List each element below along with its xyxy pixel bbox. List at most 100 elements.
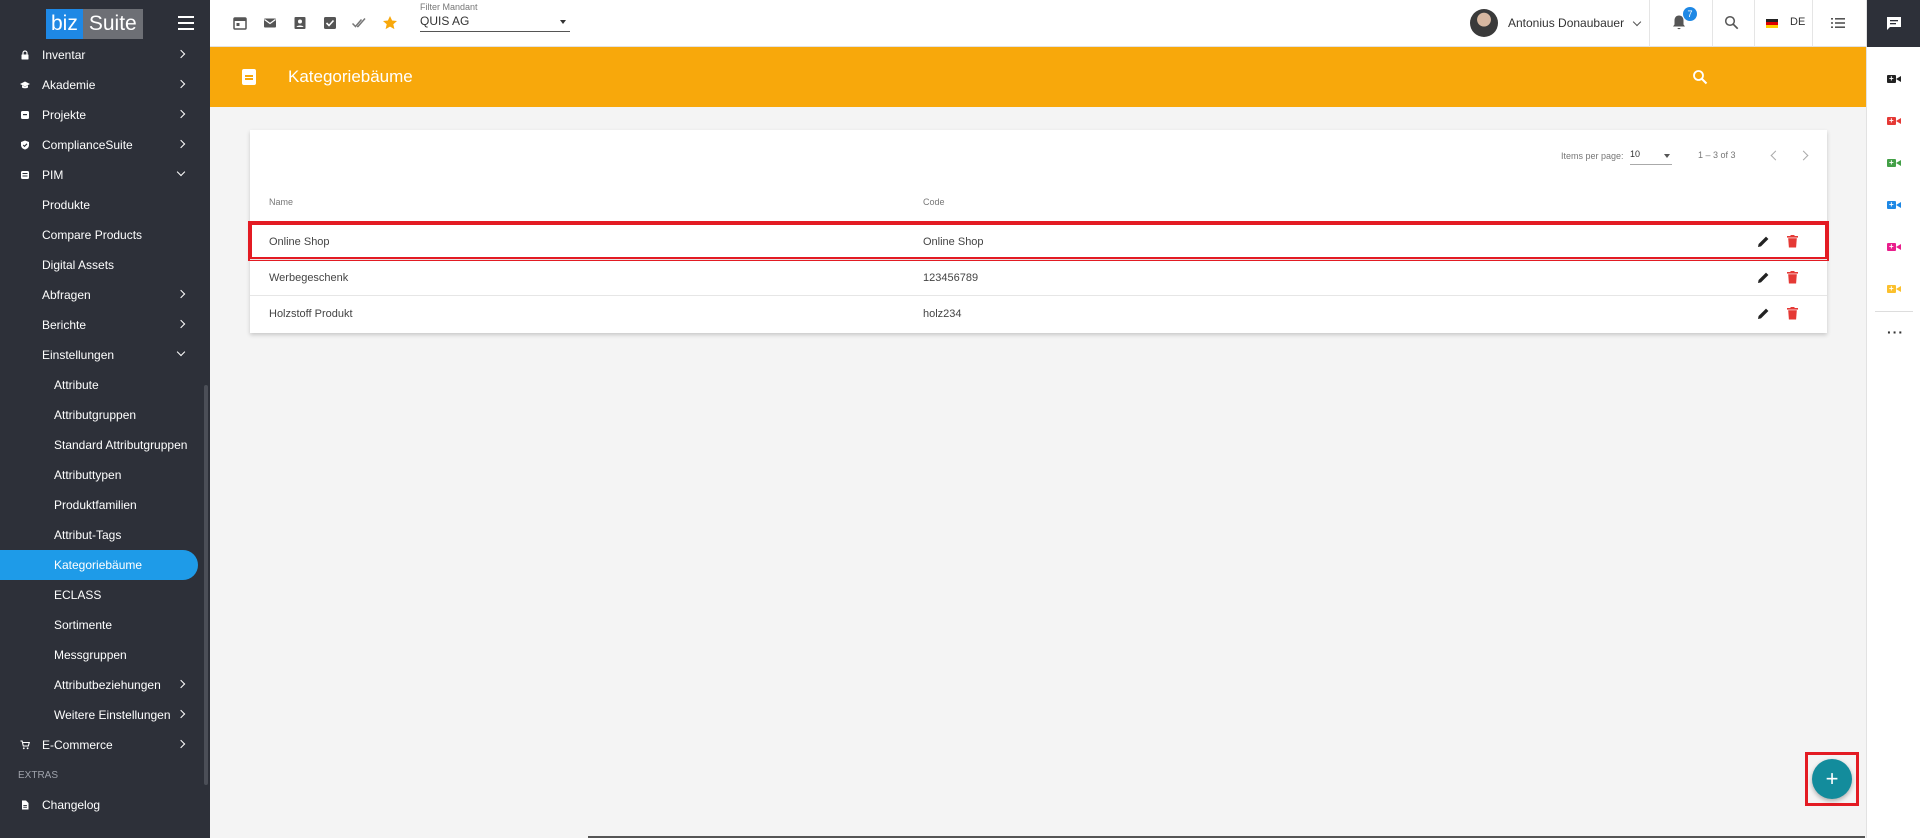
project-icon (21, 111, 29, 119)
sidebar-item-attribut-tags[interactable]: Attribut-Tags (0, 520, 210, 550)
sidebar-item-label: Inventar (42, 48, 86, 62)
checkbox-icon[interactable] (323, 16, 337, 30)
mandant-filter[interactable]: Filter Mandant QUIS AG (420, 2, 570, 32)
sidebar-item-projekte[interactable]: Projekte (0, 100, 210, 130)
sidebar-scrollbar[interactable] (204, 385, 208, 785)
sidebar-item-label: E-Commerce (42, 738, 113, 752)
sidebar-item-standard-attributgruppen[interactable]: Standard Attributgruppen (0, 430, 210, 460)
column-header-code[interactable]: Code (923, 197, 945, 207)
page-title: Kategoriebäume (288, 67, 413, 86)
search-icon[interactable] (1692, 69, 1708, 85)
previous-page-button[interactable] (1770, 150, 1781, 161)
dropdown-caret-icon (560, 20, 566, 24)
language-selector[interactable]: DE (1790, 16, 1805, 28)
table-row[interactable]: Online Shop Online Shop (248, 221, 1829, 261)
star-icon[interactable] (382, 15, 398, 31)
mandant-select[interactable]: QUIS AG (420, 14, 570, 32)
chat-button[interactable] (1867, 0, 1920, 47)
pagination-range: 1 – 3 of 3 (1698, 150, 1736, 160)
graduation-cap-icon (20, 81, 30, 89)
sidebar-item-messgruppen[interactable]: Messgruppen (0, 640, 210, 670)
sidebar-item-einstellungen[interactable]: Einstellungen (0, 340, 210, 370)
edit-pencil-icon[interactable] (1757, 235, 1770, 248)
bizsuite-logo[interactable]: biz Suite (46, 9, 143, 39)
table-row[interactable]: Werbegeschenk 123456789 (250, 259, 1827, 295)
mail-icon[interactable] (263, 16, 277, 30)
table-row[interactable]: Holzstoff Produkt holz234 (250, 295, 1827, 331)
search-icon[interactable] (1724, 15, 1739, 30)
divider (1812, 0, 1813, 47)
cell-name: Werbegeschenk (269, 272, 349, 284)
sidebar-item-berichte[interactable]: Berichte (0, 310, 210, 340)
sidebar-nav: Inventar Akademie Projekte ComplianceSui… (0, 40, 210, 820)
chat-icon (1887, 16, 1901, 30)
sidebar-item-compare-products[interactable]: Compare Products (0, 220, 210, 250)
delete-trash-icon[interactable] (1787, 307, 1798, 320)
sidebar-item-label: Produkte (42, 198, 91, 212)
clipboard-icon (242, 69, 256, 85)
sidebar-item-label: Abfragen (42, 288, 91, 302)
video-call-icon[interactable]: + (1887, 116, 1901, 126)
edit-pencil-icon[interactable] (1757, 271, 1770, 284)
list-icon[interactable] (1831, 17, 1845, 29)
sidebar-item-produktfamilien[interactable]: Produktfamilien (0, 490, 210, 520)
avatar (1470, 9, 1498, 37)
add-category-tree-button[interactable]: + (1812, 759, 1852, 799)
sidebar-item-kategoriebaeume[interactable]: Kategoriebäume (0, 550, 198, 580)
sidebar-item-akademie[interactable]: Akademie (0, 70, 210, 100)
sidebar-item-label: Produktfamilien (54, 498, 137, 512)
sidebar-item-sortimente[interactable]: Sortimente (0, 610, 210, 640)
sidebar-item-label: Attribut-Tags (54, 528, 122, 542)
pim-icon (21, 171, 29, 179)
sidebar-item-label: Messgruppen (54, 648, 127, 662)
chevron-down-icon (176, 347, 186, 357)
video-call-icon[interactable]: + (1887, 158, 1901, 168)
cell-name: Holzstoff Produkt (269, 308, 353, 320)
items-per-page-select[interactable]: 10 (1630, 149, 1672, 165)
video-call-icon[interactable]: + (1887, 284, 1901, 294)
contact-icon[interactable] (293, 16, 307, 30)
user-menu[interactable]: Antonius Donaubauer (1470, 9, 1642, 37)
sidebar-item-attributgruppen[interactable]: Attributgruppen (0, 400, 210, 430)
sidebar-item-pim[interactable]: PIM (0, 160, 210, 190)
hamburger-menu-icon[interactable] (178, 16, 194, 30)
video-call-icon[interactable]: + (1887, 242, 1901, 252)
done-all-icon[interactable] (352, 16, 366, 30)
sidebar-item-e-commerce[interactable]: E-Commerce (0, 730, 210, 760)
video-call-icon[interactable]: + (1887, 74, 1901, 84)
chevron-down-icon (176, 167, 186, 177)
dropdown-caret-icon (1664, 154, 1670, 158)
sidebar-item-label: Sortimente (54, 618, 113, 632)
chevron-right-icon (176, 289, 186, 299)
video-call-icon[interactable]: + (1887, 200, 1901, 210)
category-trees-table: Items per page: 10 1 – 3 of 3 Name Code … (248, 130, 1829, 333)
sidebar-item-attributtypen[interactable]: Attributtypen (0, 460, 210, 490)
sidebar-item-changelog[interactable]: Changelog (0, 790, 210, 820)
mandant-filter-label: Filter Mandant (420, 2, 478, 12)
edit-pencil-icon[interactable] (1757, 307, 1770, 320)
column-header-name[interactable]: Name (269, 197, 293, 207)
sidebar-item-compliancesuite[interactable]: ComplianceSuite (0, 130, 210, 160)
chevron-right-icon (176, 109, 186, 119)
delete-trash-icon[interactable] (1787, 235, 1798, 248)
sidebar-item-weitere-einstellungen[interactable]: Weitere Einstellungen (0, 700, 210, 730)
cell-code: 123456789 (923, 272, 979, 284)
chevron-down-icon (1632, 17, 1642, 26)
sidebar-item-eclass[interactable]: ECLASS (0, 580, 210, 610)
calendar-icon[interactable] (233, 16, 247, 30)
sidebar-item-abfragen[interactable]: Abfragen (0, 280, 210, 310)
sidebar-item-attributbeziehungen[interactable]: Attributbeziehungen (0, 670, 210, 700)
delete-trash-icon[interactable] (1787, 271, 1798, 284)
sidebar-item-inventar[interactable]: Inventar (0, 40, 210, 70)
sidebar-item-label: Attributbeziehungen (54, 678, 161, 692)
sidebar-item-label: Weitere Einstellungen (54, 708, 171, 722)
divider (1754, 0, 1755, 47)
sidebar-item-produkte[interactable]: Produkte (0, 190, 210, 220)
sidebar-item-attribute[interactable]: Attribute (0, 370, 210, 400)
cell-name: Online Shop (269, 236, 330, 248)
notification-badge: 7 (1683, 7, 1697, 21)
sidebar-item-label: ComplianceSuite (42, 138, 133, 152)
sidebar-item-digital-assets[interactable]: Digital Assets (0, 250, 210, 280)
more-horizontal-icon[interactable]: ··· (1887, 324, 1904, 340)
next-page-button[interactable] (1798, 150, 1809, 161)
